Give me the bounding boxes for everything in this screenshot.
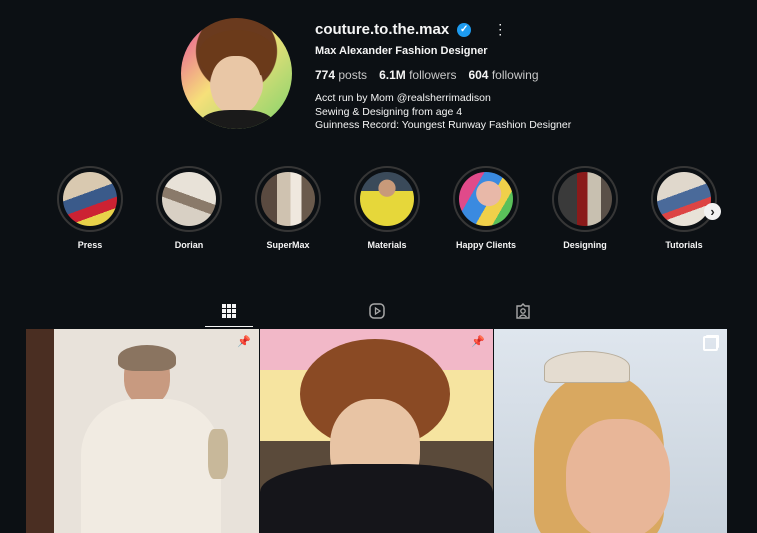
profile-avatar[interactable] [181, 18, 292, 129]
posts-grid: 📌 📌 [26, 329, 727, 533]
highlight-label: SuperMax [266, 240, 310, 250]
highlight-thumbnail [459, 172, 513, 226]
bio-line: Acct run by Mom @realsherrimadison [315, 92, 491, 104]
highlight-supermax[interactable]: SuperMax [248, 166, 328, 250]
post-tile[interactable]: 📌 [260, 329, 493, 533]
posts-count: 774 [315, 68, 336, 82]
highlight-thumbnail [63, 172, 117, 226]
highlight-materials[interactable]: Materials [347, 166, 427, 250]
posts-stat: 774 posts [315, 68, 367, 82]
following-count: 604 [468, 68, 489, 82]
reels-play-icon [369, 303, 385, 319]
highlight-label: Press [77, 240, 103, 250]
verified-badge-icon: ✓ [457, 22, 472, 37]
pin-icon: 📌 [471, 336, 485, 348]
profile-stats: 774 posts 6.1M followers 604 following [315, 68, 539, 82]
story-highlights: Press Dorian SuperMax Materials Happy Cl… [0, 166, 757, 256]
posts-label: posts [338, 68, 368, 82]
username-row: couture.to.the.max ✓ ⋮ [315, 21, 507, 38]
tab-reels[interactable] [366, 300, 388, 322]
post-tile[interactable]: 📌 [26, 329, 259, 533]
highlight-thumbnail [261, 172, 315, 226]
followers-label: followers [409, 68, 457, 82]
highlight-label: Tutorials [665, 240, 703, 250]
highlight-label: Happy Clients [455, 240, 516, 250]
highlight-thumbnail [360, 172, 414, 226]
chevron-right-icon[interactable]: › [704, 203, 721, 220]
highlight-label: Dorian [174, 240, 204, 250]
post-tile[interactable] [494, 329, 727, 533]
avatar-face [211, 56, 261, 114]
profile-full-name: Max Alexander Fashion Designer [315, 45, 488, 57]
highlight-designing[interactable]: Designing [545, 166, 625, 250]
more-options-icon[interactable]: ⋮ [493, 21, 507, 38]
following-label: following [491, 68, 539, 82]
followers-count: 6.1M [379, 68, 406, 82]
followers-stat[interactable]: 6.1M followers [379, 68, 456, 82]
highlight-press[interactable]: Press [50, 166, 130, 250]
grid-icon [222, 304, 236, 318]
tab-tagged[interactable] [512, 300, 534, 322]
profile-tabs [0, 296, 757, 326]
profile-bio: Acct run by Mom @realsherrimadison Sewin… [315, 92, 571, 133]
pin-icon: 📌 [237, 336, 251, 348]
highlight-happy-clients[interactable]: Happy Clients [446, 166, 526, 250]
active-tab-indicator [205, 326, 253, 327]
highlight-thumbnail [162, 172, 216, 226]
carousel-icon [703, 336, 718, 351]
tagged-user-icon [516, 303, 530, 319]
bio-line: Sewing & Designing from age 4 [315, 105, 463, 118]
highlight-label: Materials [367, 240, 407, 250]
highlight-label: Designing [563, 240, 607, 250]
tab-posts[interactable] [218, 300, 240, 322]
highlight-thumbnail [657, 172, 711, 226]
avatar-shirt [201, 110, 273, 129]
following-stat[interactable]: 604 following [468, 68, 538, 82]
profile-username[interactable]: couture.to.the.max [315, 21, 449, 38]
highlight-dorian[interactable]: Dorian [149, 166, 229, 250]
highlight-thumbnail [558, 172, 612, 226]
bio-line: Guinness Record: Youngest Runway Fashion… [315, 119, 572, 131]
